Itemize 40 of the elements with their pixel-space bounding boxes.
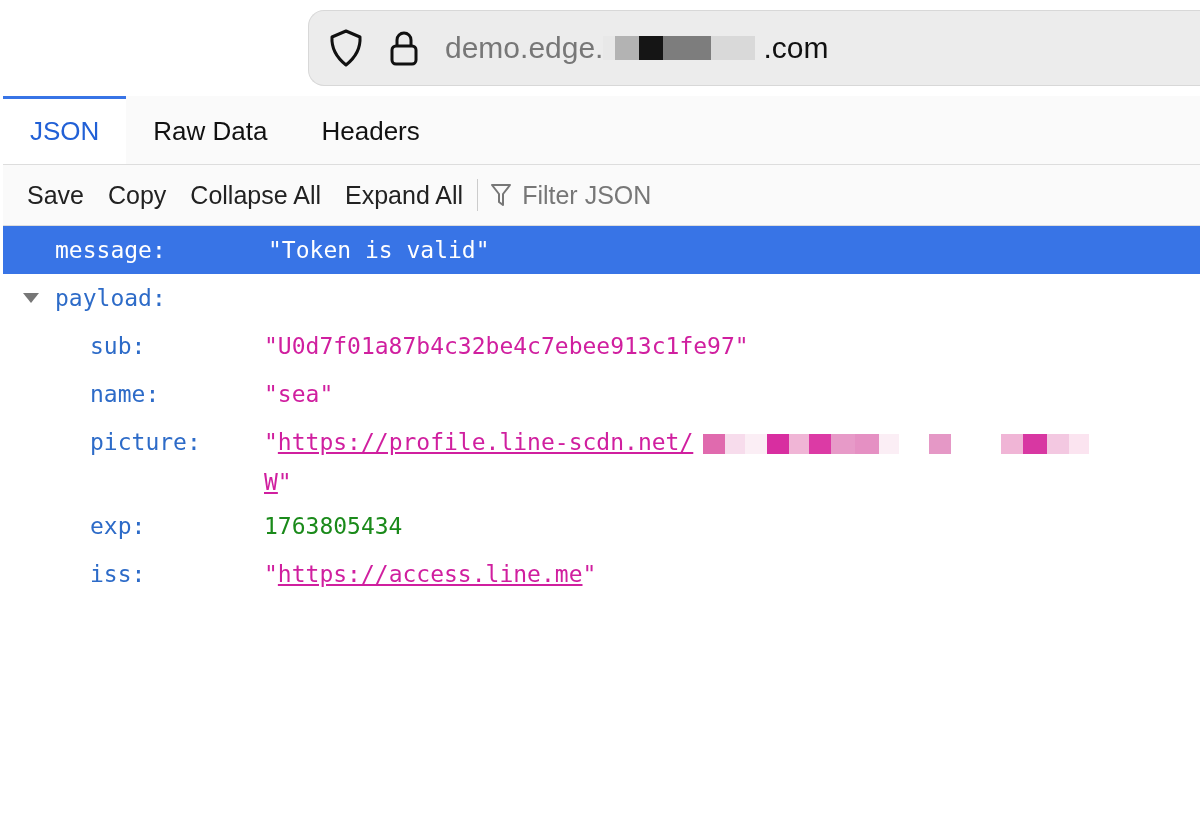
tree-row[interactable]: exp: 1763805434 <box>3 502 1200 550</box>
quote-mark: " <box>277 468 292 497</box>
quote-mark: " <box>264 428 278 457</box>
tab[interactable]: JSON <box>3 96 127 164</box>
json-key: payload: <box>55 274 268 322</box>
quote-mark: " <box>582 560 597 589</box>
json-key: exp: <box>3 502 264 550</box>
link[interactable]: https://profile.line-scdn.net/ <box>277 422 694 462</box>
link[interactable]: W <box>264 462 278 502</box>
json-key: sub: <box>3 322 264 370</box>
toolbar-button[interactable]: Expand All <box>333 171 476 219</box>
toolbar-button[interactable]: Copy <box>96 171 179 219</box>
url-text: demo.edge. <box>445 31 604 65</box>
lock-icon[interactable] <box>389 29 419 67</box>
json-value: "U0d7f01a87b4c32be4c7ebee913c1fe97" <box>264 332 749 361</box>
filter-field[interactable]: Filter JSON <box>520 179 825 211</box>
url-text: .com <box>763 31 829 65</box>
json-key: picture: <box>3 418 264 466</box>
tree-row[interactable]: iss: "https://access.line.me" <box>3 550 1200 598</box>
address-bar[interactable]: demo.edge. .com <box>308 10 1200 86</box>
toolbar-button[interactable]: Save <box>15 171 96 219</box>
tree-row[interactable]: name: "sea" <box>3 370 1200 418</box>
link[interactable]: https://access.line.me <box>277 554 583 594</box>
shield-icon[interactable] <box>329 29 363 67</box>
tab[interactable]: Headers <box>294 96 447 164</box>
toolbar-button[interactable]: Collapse All <box>178 171 333 219</box>
filter-icon <box>490 182 513 208</box>
tree-row[interactable]: message: "Token is valid" <box>3 226 1200 274</box>
caret-icon[interactable] <box>23 292 39 304</box>
json-key: name: <box>3 370 264 418</box>
json-value: "sea" <box>264 380 334 409</box>
json-key: message: <box>55 226 268 274</box>
quote-mark: " <box>264 560 278 589</box>
tree-row[interactable]: picture: "https://profile.line-scdn.net/ W" <box>3 418 1200 502</box>
tab[interactable]: Raw Data <box>126 96 295 164</box>
tree-row[interactable]: sub: "U0d7f01a87b4c32be4c7ebee913c1fe97" <box>3 322 1200 370</box>
json-key: iss: <box>3 550 264 598</box>
json-value: 1763805434 <box>264 512 403 541</box>
json-value: "Token is valid" <box>268 236 490 265</box>
tree-row[interactable]: payload: <box>3 274 1200 322</box>
